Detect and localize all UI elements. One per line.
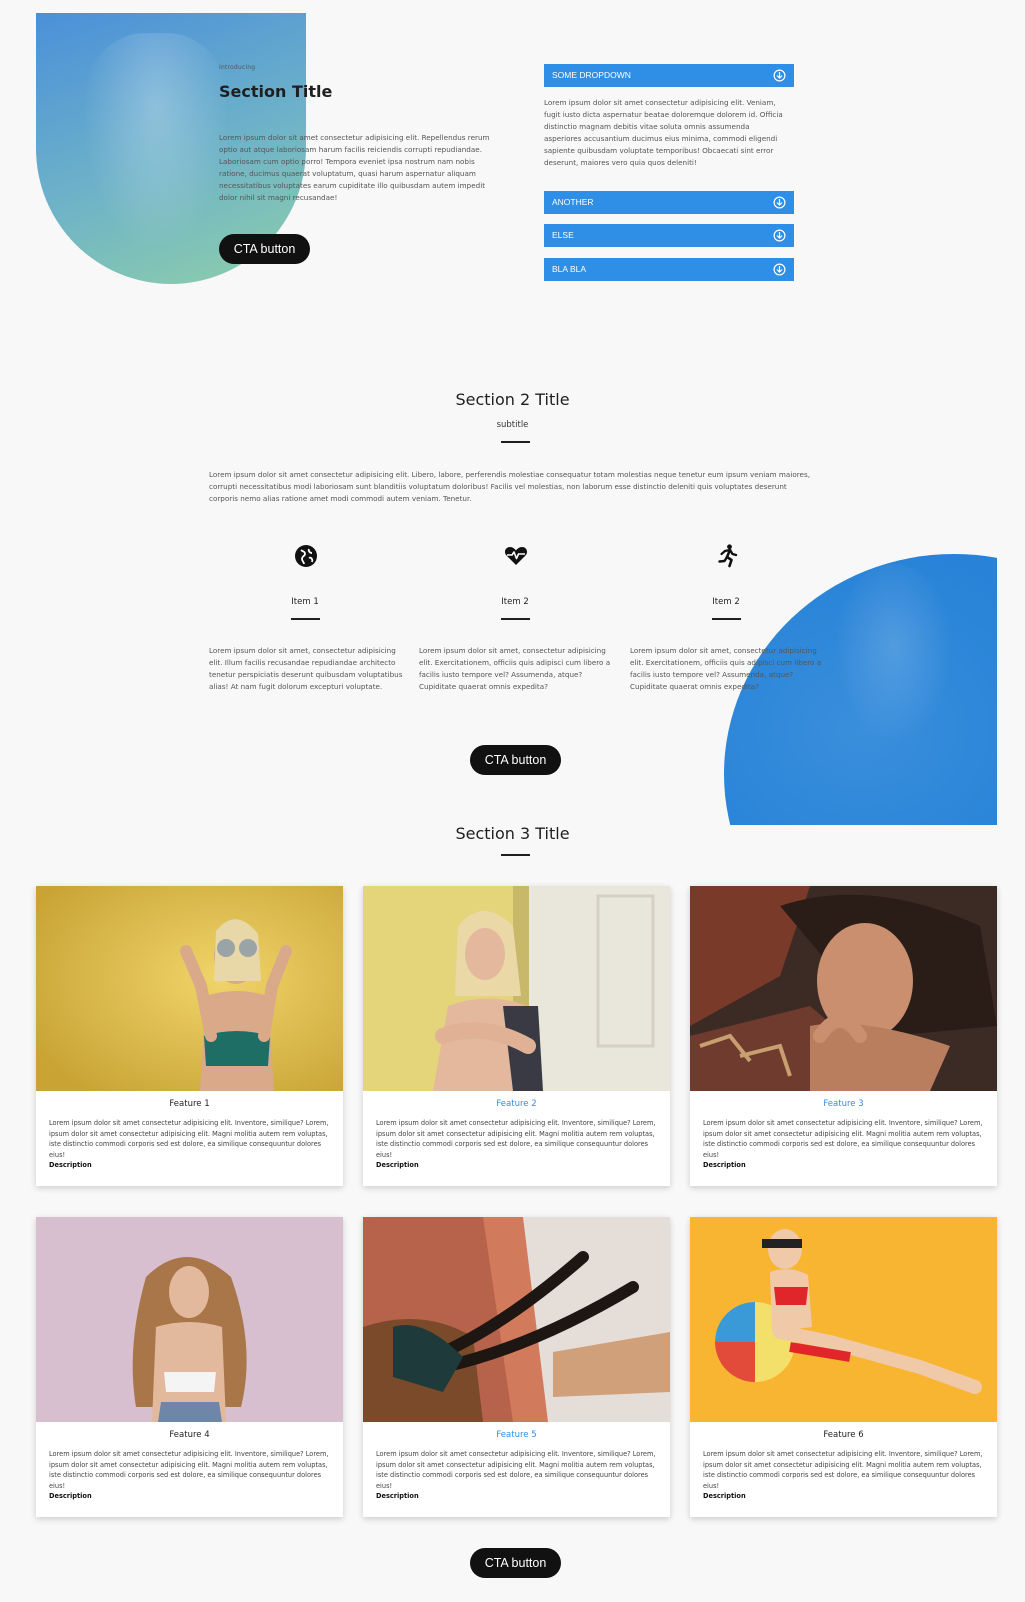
chevron-circle-down-icon	[773, 196, 786, 209]
feature-card-text: Lorem ipsum dolor sit amet consectetur a…	[49, 1119, 329, 1159]
item-2-label: Item 2	[501, 597, 529, 607]
chevron-circle-down-icon	[773, 229, 786, 242]
feature-5-photo	[363, 1217, 670, 1422]
item-1-divider	[291, 618, 320, 620]
feature-card-3[interactable]: Feature 3 Lorem ipsum dolor sit amet con…	[690, 886, 997, 1186]
section1-title: Section Title	[219, 82, 333, 101]
section2-subtitle: subtitle	[496, 420, 529, 430]
feature-card-description: Description	[49, 1492, 92, 1500]
item-3-label: Item 2	[712, 597, 740, 607]
feature-card-title: Feature 1	[169, 1099, 210, 1109]
item-1-label: Item 1	[291, 597, 319, 607]
feature-card-body: Lorem ipsum dolor sit amet consectetur a…	[376, 1118, 656, 1171]
accordion-header-2[interactable]: ANOTHER	[544, 191, 794, 214]
section3-cta-button[interactable]: CTA button	[470, 1548, 561, 1578]
feature-card-6[interactable]: Feature 6 Lorem ipsum dolor sit amet con…	[690, 1217, 997, 1517]
feature-card-text: Lorem ipsum dolor sit amet consectetur a…	[703, 1119, 983, 1159]
item-3-divider	[712, 618, 741, 620]
feature-card-title: Feature 5	[496, 1430, 537, 1440]
running-icon	[718, 544, 738, 568]
feature-1-photo	[36, 886, 343, 1091]
section3-divider	[501, 854, 530, 856]
accordion-header-1[interactable]: SOME DROPDOWN	[544, 64, 794, 87]
section2-cta-button[interactable]: CTA button	[470, 745, 561, 775]
feature-3-photo	[690, 886, 997, 1091]
feature-card-4[interactable]: Feature 4 Lorem ipsum dolor sit amet con…	[36, 1217, 343, 1517]
hero-portrait-image	[86, 33, 226, 243]
chevron-circle-down-icon	[773, 263, 786, 276]
section1-eyebrow: Introducing	[219, 64, 256, 71]
feature-card-title: Feature 3	[823, 1099, 864, 1109]
section2-body: Lorem ipsum dolor sit amet consectetur a…	[209, 470, 810, 503]
feature-4-photo	[36, 1217, 343, 1422]
feature-card-body: Lorem ipsum dolor sit amet consectetur a…	[49, 1449, 329, 1502]
feature-card-description: Description	[703, 1161, 746, 1169]
feature-card-text: Lorem ipsum dolor sit amet consectetur a…	[49, 1450, 329, 1490]
feature-card-body: Lorem ipsum dolor sit amet consectetur a…	[49, 1118, 329, 1171]
feature-card-description: Description	[376, 1492, 419, 1500]
accordion-label: ELSE	[552, 230, 574, 240]
accordion-panel-body: Lorem ipsum dolor sit amet consectetur a…	[544, 98, 783, 167]
heartbeat-icon	[504, 547, 528, 565]
feature-card-2[interactable]: Feature 2 Lorem ipsum dolor sit amet con…	[363, 886, 670, 1186]
item-3-text: Lorem ipsum dolor sit amet, consectetur …	[630, 646, 822, 691]
feature-card-description: Description	[703, 1492, 746, 1500]
section2-divider	[501, 441, 530, 443]
section1-cta-button[interactable]: CTA button	[219, 234, 310, 264]
section2-title: Section 2 Title	[455, 390, 570, 409]
item-1-text: Lorem ipsum dolor sit amet, consectetur …	[209, 646, 403, 691]
feature-card-body: Lorem ipsum dolor sit amet consectetur a…	[703, 1449, 983, 1502]
chevron-circle-down-icon	[773, 69, 786, 82]
accordion-label: BLA BLA	[552, 264, 587, 274]
feature-card-description: Description	[49, 1161, 92, 1169]
feature-card-title: Feature 6	[823, 1430, 864, 1440]
feature-card-text: Lorem ipsum dolor sit amet consectetur a…	[376, 1450, 656, 1490]
feature-card-title: Feature 4	[169, 1430, 210, 1440]
feature-card-title: Feature 2	[496, 1099, 537, 1109]
feature-card-1[interactable]: Feature 1 Lorem ipsum dolor sit amet con…	[36, 886, 343, 1186]
accordion-label: ANOTHER	[552, 197, 594, 207]
feature-card-body: Lorem ipsum dolor sit amet consectetur a…	[376, 1449, 656, 1502]
section3-title: Section 3 Title	[455, 824, 570, 843]
feature-card-text: Lorem ipsum dolor sit amet consectetur a…	[703, 1450, 983, 1490]
portrait-overlay-image	[834, 564, 954, 744]
section1-body: Lorem ipsum dolor sit amet consectetur a…	[219, 133, 490, 202]
globe-icon	[295, 545, 317, 567]
accordion-header-3[interactable]: ELSE	[544, 224, 794, 247]
feature-card-body: Lorem ipsum dolor sit amet consectetur a…	[703, 1118, 983, 1171]
feature-card-description: Description	[376, 1161, 419, 1169]
accordion-header-4[interactable]: BLA BLA	[544, 258, 794, 281]
item-2-text: Lorem ipsum dolor sit amet, consectetur …	[419, 646, 611, 691]
feature-6-photo	[690, 1217, 997, 1422]
feature-2-photo	[363, 886, 670, 1091]
feature-card-5[interactable]: Feature 5 Lorem ipsum dolor sit amet con…	[363, 1217, 670, 1517]
accordion-label: SOME DROPDOWN	[552, 70, 631, 80]
item-2-divider	[501, 618, 530, 620]
feature-card-text: Lorem ipsum dolor sit amet consectetur a…	[376, 1119, 656, 1159]
